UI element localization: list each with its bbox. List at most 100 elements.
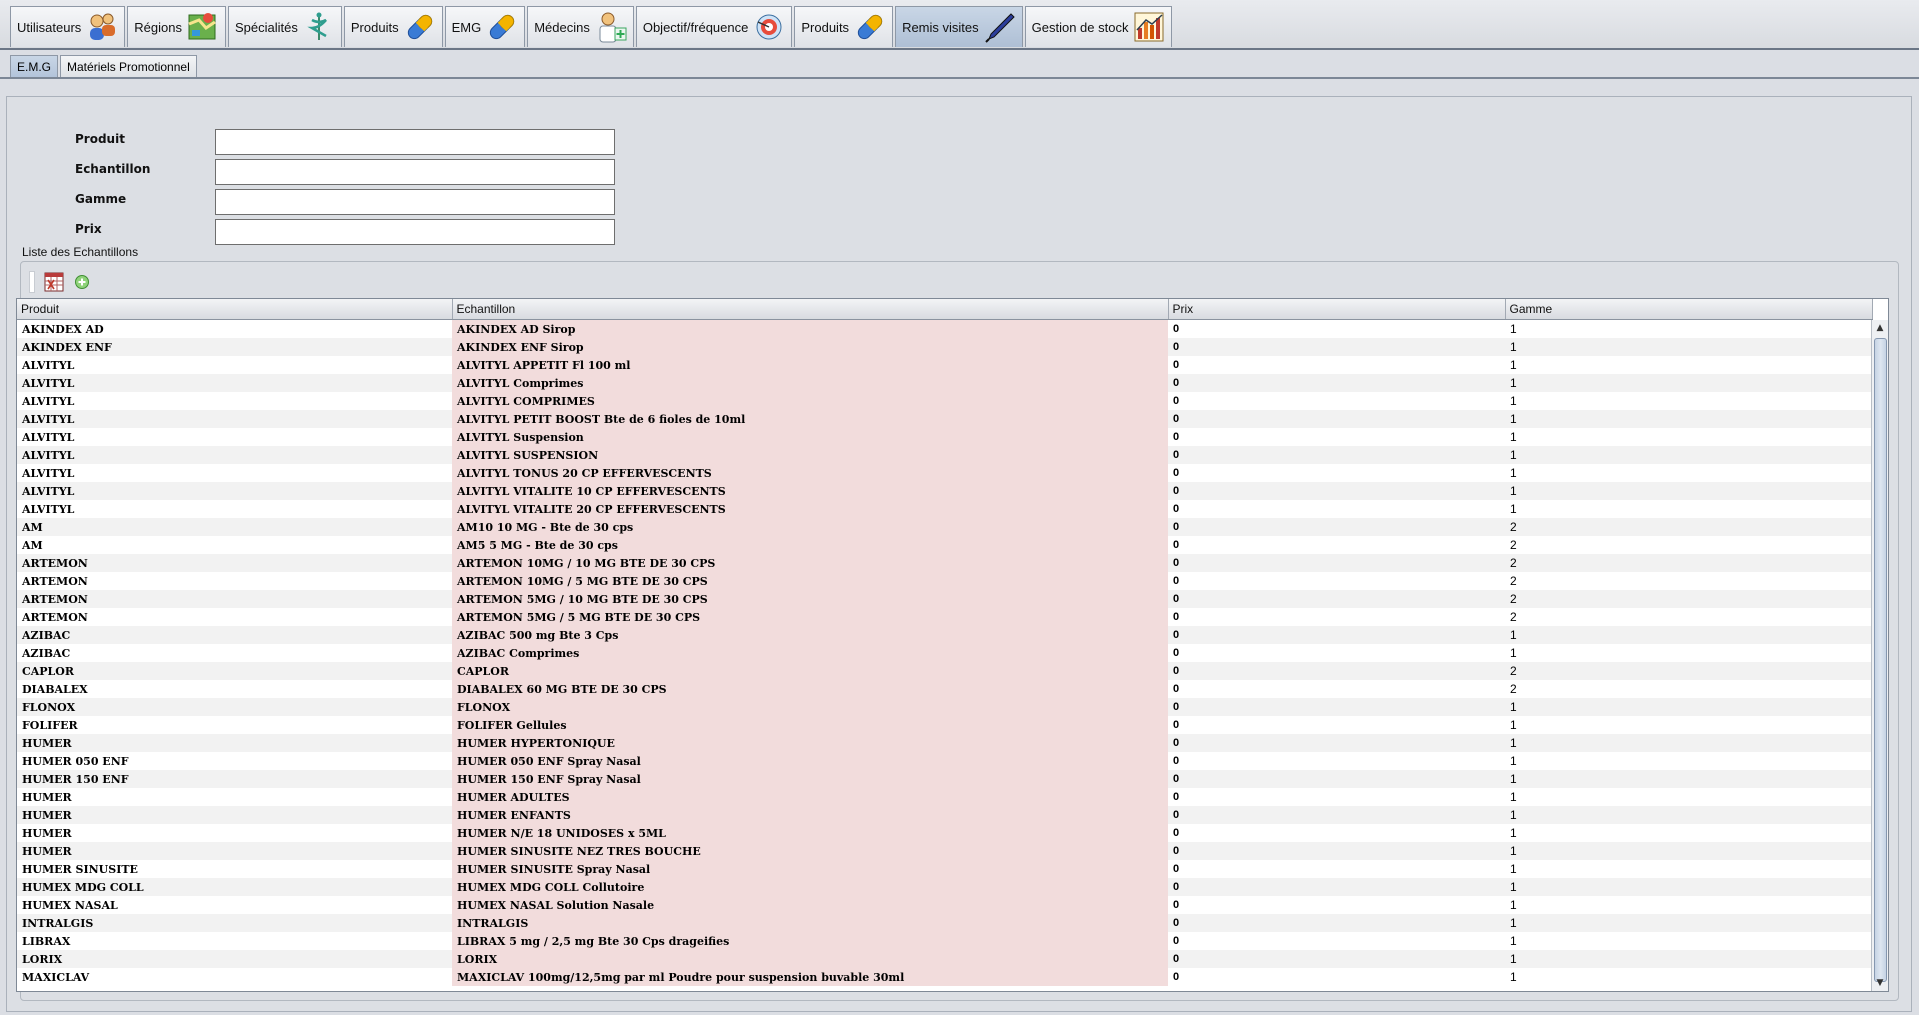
table-row[interactable]: AZIBAC AZIBAC 500 mg Bte 3 Cps 0 1 [17, 626, 1872, 644]
cell-prix[interactable]: 0 [1168, 392, 1505, 410]
cell-echantillon[interactable]: ARTEMON 10MG / 10 MG BTE DE 30 CPS [452, 554, 1168, 572]
tab-emg[interactable]: EMG [444, 6, 526, 47]
cell-echantillon[interactable]: AZIBAC 500 mg Bte 3 Cps [452, 626, 1168, 644]
cell-echantillon[interactable]: HUMER N/E 18 UNIDOSES x 5ML [452, 824, 1168, 842]
cell-produit[interactable]: ARTEMON [17, 590, 452, 608]
cell-echantillon[interactable]: HUMER SINUSITE NEZ TRES BOUCHE [452, 842, 1168, 860]
cell-produit[interactable]: ARTEMON [17, 554, 452, 572]
cell-produit[interactable]: ALVITYL [17, 374, 452, 392]
table-row[interactable]: LIBRAX LIBRAX 5 mg / 2,5 mg Bte 30 Cps dr… [17, 932, 1872, 950]
cell-echantillon[interactable]: DIABALEX 60 MG BTE DE 30 CPS [452, 680, 1168, 698]
scroll-thumb[interactable] [1874, 338, 1887, 982]
cell-echantillon[interactable]: AKINDEX AD Sirop [452, 319, 1168, 338]
cell-gamme[interactable]: 1 [1505, 446, 1872, 464]
cell-gamme[interactable]: 1 [1505, 644, 1872, 662]
cell-echantillon[interactable]: ALVITYL VITALITE 10 CP EFFERVESCENTS [452, 482, 1168, 500]
table-row[interactable]: INTRALGIS INTRALGIS 0 1 [17, 914, 1872, 932]
table-row[interactable]: AM AM10 10 MG - Bte de 30 cps 0 2 [17, 518, 1872, 536]
cell-gamme[interactable]: 1 [1505, 842, 1872, 860]
cell-produit[interactable]: ALVITYL [17, 482, 452, 500]
cell-prix[interactable]: 0 [1168, 914, 1505, 932]
cell-gamme[interactable]: 2 [1505, 680, 1872, 698]
column-header-gamme[interactable]: Gamme [1505, 299, 1873, 320]
cell-gamme[interactable]: 2 [1505, 518, 1872, 536]
table-row[interactable]: CAPLOR CAPLOR 0 2 [17, 662, 1872, 680]
column-header-produit[interactable]: Produit [17, 299, 453, 320]
cell-prix[interactable]: 0 [1168, 554, 1505, 572]
table-row[interactable]: HUMEX MDG COLL HUMEX MDG COLL Collutoire 0… [17, 878, 1872, 896]
cell-produit[interactable]: ARTEMON [17, 608, 452, 626]
cell-gamme[interactable]: 2 [1505, 662, 1872, 680]
table-row[interactable]: ALVITYL ALVITYL PETIT BOOST Bte de 6 fiol… [17, 410, 1872, 428]
cell-produit[interactable]: HUMER 050 ENF [17, 752, 452, 770]
cell-gamme[interactable]: 1 [1505, 356, 1872, 374]
cell-echantillon[interactable]: FOLIFER Gellules [452, 716, 1168, 734]
cell-echantillon[interactable]: AKINDEX ENF Sirop [452, 338, 1168, 356]
subtab-mat-riels-promotionnel[interactable]: Matériels Promotionnel [60, 55, 197, 77]
cell-produit[interactable]: AM [17, 536, 452, 554]
cell-gamme[interactable]: 1 [1505, 896, 1872, 914]
cell-produit[interactable]: HUMER [17, 842, 452, 860]
cell-produit[interactable]: ALVITYL [17, 428, 452, 446]
export-excel-icon[interactable] [43, 271, 65, 293]
prix-input[interactable] [215, 219, 615, 245]
column-header-echantillon[interactable]: Echantillon [452, 299, 1169, 320]
cell-produit[interactable]: HUMER [17, 806, 452, 824]
cell-produit[interactable]: AZIBAC [17, 644, 452, 662]
cell-produit[interactable]: FOLIFER [17, 716, 452, 734]
cell-gamme[interactable]: 1 [1505, 464, 1872, 482]
cell-prix[interactable]: 0 [1168, 878, 1505, 896]
cell-produit[interactable]: HUMEX MDG COLL [17, 878, 452, 896]
tab-gestion-de-stock[interactable]: Gestion de stock [1024, 6, 1173, 47]
cell-echantillon[interactable]: AZIBAC Comprimes [452, 644, 1168, 662]
table-row[interactable]: ALVITYL ALVITYL COMPRIMES 0 1 [17, 392, 1872, 410]
cell-echantillon[interactable]: HUMER ENFANTS [452, 806, 1168, 824]
table-row[interactable]: ARTEMON ARTEMON 5MG / 10 MG BTE DE 30 CPS… [17, 590, 1872, 608]
cell-produit[interactable]: HUMER [17, 824, 452, 842]
table-row[interactable]: HUMEX NASAL HUMEX NASAL Solution Nasale 0 1 [17, 896, 1872, 914]
cell-produit[interactable]: HUMER [17, 734, 452, 752]
cell-produit[interactable]: MAXICLAV [17, 968, 452, 986]
cell-gamme[interactable]: 2 [1505, 590, 1872, 608]
cell-echantillon[interactable]: HUMER HYPERTONIQUE [452, 734, 1168, 752]
tab-r-gions[interactable]: Régions [127, 6, 226, 47]
cell-echantillon[interactable]: ALVITYL SUSPENSION [452, 446, 1168, 464]
cell-prix[interactable]: 0 [1168, 860, 1505, 878]
cell-prix[interactable]: 0 [1168, 428, 1505, 446]
cell-echantillon[interactable]: HUMEX NASAL Solution Nasale [452, 896, 1168, 914]
cell-prix[interactable]: 0 [1168, 410, 1505, 428]
cell-produit[interactable]: LIBRAX [17, 932, 452, 950]
cell-gamme[interactable]: 1 [1505, 788, 1872, 806]
table-row[interactable]: ALVITYL ALVITYL Suspension 0 1 [17, 428, 1872, 446]
tab-sp-cialit-s[interactable]: Spécialités [228, 6, 342, 47]
table-row[interactable]: ARTEMON ARTEMON 5MG / 5 MG BTE DE 30 CPS 0… [17, 608, 1872, 626]
cell-gamme[interactable]: 1 [1505, 734, 1872, 752]
cell-prix[interactable]: 0 [1168, 698, 1505, 716]
cell-produit[interactable]: FLONOX [17, 698, 452, 716]
table-row[interactable]: HUMER HUMER ENFANTS 0 1 [17, 806, 1872, 824]
cell-prix[interactable]: 0 [1168, 932, 1505, 950]
cell-prix[interactable]: 0 [1168, 590, 1505, 608]
cell-gamme[interactable]: 1 [1505, 932, 1872, 950]
cell-prix[interactable]: 0 [1168, 319, 1505, 338]
cell-gamme[interactable]: 2 [1505, 554, 1872, 572]
cell-prix[interactable]: 0 [1168, 626, 1505, 644]
tab-remis-visites[interactable]: Remis visites [895, 6, 1023, 47]
cell-prix[interactable]: 0 [1168, 968, 1505, 986]
cell-gamme[interactable]: 1 [1505, 968, 1872, 986]
cell-echantillon[interactable]: INTRALGIS [452, 914, 1168, 932]
cell-echantillon[interactable]: ALVITYL Suspension [452, 428, 1168, 446]
gamme-input[interactable] [215, 189, 615, 215]
cell-gamme[interactable]: 1 [1505, 482, 1872, 500]
cell-echantillon[interactable]: ALVITYL Comprimes [452, 374, 1168, 392]
cell-prix[interactable]: 0 [1168, 536, 1505, 554]
cell-prix[interactable]: 0 [1168, 644, 1505, 662]
cell-produit[interactable]: ALVITYL [17, 392, 452, 410]
cell-gamme[interactable]: 1 [1505, 392, 1872, 410]
cell-prix[interactable]: 0 [1168, 374, 1505, 392]
cell-produit[interactable]: AKINDEX AD [17, 319, 452, 338]
tab-produits[interactable]: Produits [794, 6, 894, 47]
table-row[interactable]: MAXICLAV MAXICLAV 100mg/12,5mg par ml Pou… [17, 968, 1872, 986]
cell-gamme[interactable]: 1 [1505, 319, 1872, 338]
cell-echantillon[interactable]: LIBRAX 5 mg / 2,5 mg Bte 30 Cps drageifi… [452, 932, 1168, 950]
